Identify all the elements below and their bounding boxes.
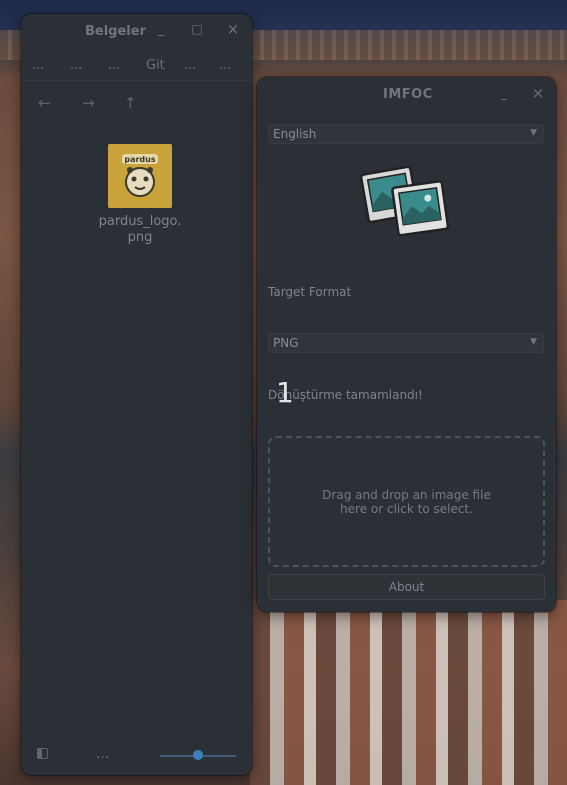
sidebar-toggle-icon[interactable] — [37, 748, 48, 762]
file-manager-titlebar[interactable]: Belgeler _ □ × — [21, 14, 252, 50]
chevron-down-icon: ▼ — [530, 128, 537, 138]
file-manager-bottom-bar: ... — [21, 744, 252, 775]
tab-5[interactable]: ... — [184, 58, 196, 73]
app-logo — [357, 162, 457, 242]
tab-3[interactable]: ... — [108, 58, 120, 73]
back-arrow-icon[interactable]: ← — [38, 94, 51, 112]
wallpaper-stripes — [250, 600, 567, 785]
about-button[interactable]: About — [268, 574, 545, 600]
imfoc-window: IMFOC _ × English ▼ Target Format PNG ▼ … — [257, 77, 556, 612]
minimize-icon[interactable]: _ — [153, 22, 169, 36]
tab-2[interactable]: ... — [70, 58, 82, 73]
drop-zone-text: Drag and drop an image file here or clic… — [270, 488, 543, 516]
close-icon[interactable]: × — [225, 20, 241, 38]
tab-git[interactable]: Git — [146, 58, 165, 73]
imfoc-close-icon[interactable]: × — [530, 84, 546, 102]
imfoc-title: IMFOC — [383, 87, 433, 102]
drop-zone-line-1: Drag and drop an image file — [322, 488, 491, 502]
file-name-line-2: png — [127, 230, 153, 245]
language-select[interactable]: English ▼ — [268, 124, 544, 144]
format-select[interactable]: PNG ▼ — [268, 333, 544, 353]
step-number-overlay: 1 — [276, 376, 294, 409]
target-format-label: Target Format — [268, 285, 352, 299]
imfoc-minimize-icon[interactable]: _ — [496, 86, 512, 100]
format-value: PNG — [273, 336, 299, 350]
file-name-line-1: pardus_logo. — [98, 214, 182, 229]
file-manager-tab-bar: ... ... ... Git ... ... — [21, 58, 252, 81]
more-options-button[interactable]: ... — [96, 746, 109, 762]
file-manager-title: Belgeler — [85, 24, 146, 39]
tab-1[interactable]: ... — [32, 58, 44, 73]
chevron-down-icon: ▼ — [530, 337, 537, 347]
pardus-logo-thumbnail[interactable]: pardus — [108, 144, 172, 208]
up-arrow-icon[interactable]: ↑ — [124, 94, 137, 112]
drop-zone[interactable]: Drag and drop an image file here or clic… — [268, 436, 545, 567]
zoom-slider-thumb[interactable] — [193, 750, 203, 760]
logo-text: pardus — [124, 155, 155, 164]
language-value: English — [273, 127, 317, 141]
file-manager-window: Belgeler _ □ × ... ... ... Git ... ... ←… — [21, 14, 252, 775]
forward-arrow-icon[interactable]: → — [82, 94, 95, 112]
pardus-logo-icon: pardus — [108, 144, 172, 208]
photos-icon — [359, 165, 450, 237]
tab-6[interactable]: ... — [219, 58, 231, 73]
file-label[interactable]: pardus_logo. png — [81, 214, 199, 246]
maximize-icon[interactable]: □ — [189, 22, 205, 36]
drop-zone-line-2: here or click to select. — [340, 502, 473, 516]
